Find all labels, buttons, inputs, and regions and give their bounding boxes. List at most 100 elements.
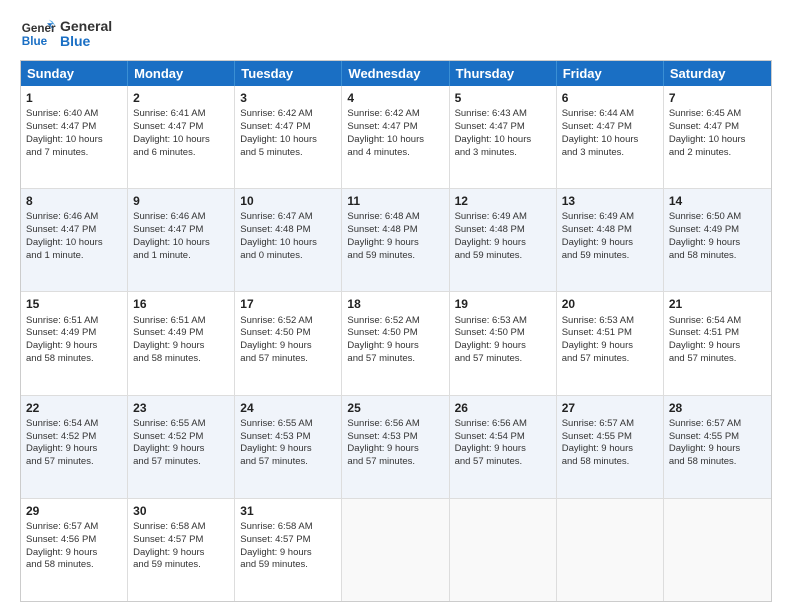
- day-number: 6: [562, 90, 658, 106]
- header-day-thursday: Thursday: [450, 61, 557, 86]
- day-cell-24: 24Sunrise: 6:55 AMSunset: 4:53 PMDayligh…: [235, 396, 342, 498]
- day-number: 1: [26, 90, 122, 106]
- day-cell-21: 21 Sunrise: 6:54 AMSunset: 4:51 PMDayligh…: [664, 292, 771, 394]
- day-info-line: Sunset: 4:48 PM: [562, 224, 658, 237]
- day-number: 17: [240, 296, 336, 312]
- calendar-row-3: 15Sunrise: 6:51 AMSunset: 4:49 PMDayligh…: [21, 292, 771, 395]
- day-info-line: Daylight: 9 hours: [562, 340, 658, 353]
- day-info-line: Sunset: 4:47 PM: [133, 224, 229, 237]
- day-info-line: Sunrise: 6:49 AM: [562, 211, 658, 224]
- empty-cell: [664, 499, 771, 601]
- day-number: 7: [669, 90, 766, 106]
- empty-cell: [557, 499, 664, 601]
- day-number: 8: [26, 193, 122, 209]
- day-cell-8: 8 Sunrise: 6:46 AMSunset: 4:47 PMDaylight…: [21, 189, 128, 291]
- day-cell-25: 25Sunrise: 6:56 AMSunset: 4:53 PMDayligh…: [342, 396, 449, 498]
- day-number: 24: [240, 400, 336, 416]
- day-info-line: and 59 minutes.: [240, 559, 336, 572]
- day-info-line: and 59 minutes.: [562, 250, 658, 263]
- day-info-line: Sunset: 4:50 PM: [455, 327, 551, 340]
- header-day-tuesday: Tuesday: [235, 61, 342, 86]
- day-info-line: Sunset: 4:52 PM: [133, 431, 229, 444]
- day-info-line: Daylight: 10 hours: [133, 134, 229, 147]
- day-info-line: Daylight: 9 hours: [455, 340, 551, 353]
- day-number: 26: [455, 400, 551, 416]
- day-number: 11: [347, 193, 443, 209]
- header-day-friday: Friday: [557, 61, 664, 86]
- day-number: 14: [669, 193, 766, 209]
- day-cell-7: 7Sunrise: 6:45 AMSunset: 4:47 PMDaylight…: [664, 86, 771, 188]
- day-info-line: Sunrise: 6:46 AM: [26, 211, 122, 224]
- day-info-line: Sunset: 4:52 PM: [26, 431, 122, 444]
- calendar-header: SundayMondayTuesdayWednesdayThursdayFrid…: [21, 61, 771, 86]
- day-cell-19: 19 Sunrise: 6:53 AMSunset: 4:50 PMDayligh…: [450, 292, 557, 394]
- day-info-line: Daylight: 10 hours: [26, 237, 122, 250]
- day-info-line: Daylight: 9 hours: [562, 443, 658, 456]
- day-info-line: Sunrise: 6:53 AM: [455, 315, 551, 328]
- day-number: 19: [455, 296, 551, 312]
- day-info-line: Sunrise: 6:40 AM: [26, 108, 122, 121]
- day-cell-20: 20Sunrise: 6:53 AMSunset: 4:51 PMDayligh…: [557, 292, 664, 394]
- day-info-line: Sunset: 4:47 PM: [240, 121, 336, 134]
- day-info-line: Daylight: 10 hours: [133, 237, 229, 250]
- day-number: 31: [240, 503, 336, 519]
- day-number: 9: [133, 193, 229, 209]
- calendar-body: 1Sunrise: 6:40 AMSunset: 4:47 PMDaylight…: [21, 86, 771, 601]
- day-info-line: Sunset: 4:56 PM: [26, 534, 122, 547]
- header-day-sunday: Sunday: [21, 61, 128, 86]
- day-cell-4: 4Sunrise: 6:42 AMSunset: 4:47 PMDaylight…: [342, 86, 449, 188]
- day-info-line: Sunset: 4:47 PM: [26, 224, 122, 237]
- day-info-line: Daylight: 10 hours: [26, 134, 122, 147]
- day-cell-1: 1Sunrise: 6:40 AMSunset: 4:47 PMDaylight…: [21, 86, 128, 188]
- day-info-line: and 57 minutes.: [26, 456, 122, 469]
- logo-general: General: [60, 19, 112, 34]
- day-cell-16: 16Sunrise: 6:51 AMSunset: 4:49 PMDayligh…: [128, 292, 235, 394]
- day-number: 21: [669, 296, 766, 312]
- day-info-line: Sunset: 4:47 PM: [455, 121, 551, 134]
- day-cell-3: 3Sunrise: 6:42 AMSunset: 4:47 PMDaylight…: [235, 86, 342, 188]
- day-number: 16: [133, 296, 229, 312]
- day-info-line: and 57 minutes.: [347, 353, 443, 366]
- day-info-line: and 58 minutes.: [669, 456, 766, 469]
- day-cell-9: 9 Sunrise: 6:46 AMSunset: 4:47 PMDaylight…: [128, 189, 235, 291]
- day-number: 29: [26, 503, 122, 519]
- day-info-line: Sunset: 4:57 PM: [240, 534, 336, 547]
- day-info-line: Sunset: 4:48 PM: [240, 224, 336, 237]
- day-cell-15: 15Sunrise: 6:51 AMSunset: 4:49 PMDayligh…: [21, 292, 128, 394]
- day-info-line: Sunrise: 6:57 AM: [26, 521, 122, 534]
- day-info-line: Daylight: 10 hours: [455, 134, 551, 147]
- day-info-line: Sunset: 4:55 PM: [562, 431, 658, 444]
- day-info-line: Daylight: 9 hours: [347, 340, 443, 353]
- day-number: 18: [347, 296, 443, 312]
- day-info-line: Sunrise: 6:46 AM: [133, 211, 229, 224]
- logo-blue: Blue: [60, 34, 112, 49]
- day-info-line: Sunrise: 6:45 AM: [669, 108, 766, 121]
- day-info-line: Sunset: 4:55 PM: [669, 431, 766, 444]
- day-number: 13: [562, 193, 658, 209]
- day-info-line: Daylight: 9 hours: [347, 237, 443, 250]
- day-number: 5: [455, 90, 551, 106]
- calendar-row-1: 1Sunrise: 6:40 AMSunset: 4:47 PMDaylight…: [21, 86, 771, 189]
- day-info-line: Daylight: 9 hours: [669, 340, 766, 353]
- day-info-line: Daylight: 10 hours: [347, 134, 443, 147]
- day-info-line: and 58 minutes.: [26, 559, 122, 572]
- day-info-line: and 58 minutes.: [562, 456, 658, 469]
- day-info-line: and 3 minutes.: [562, 147, 658, 160]
- day-info-line: Sunset: 4:47 PM: [562, 121, 658, 134]
- day-info-line: Sunset: 4:53 PM: [240, 431, 336, 444]
- day-info-line: Sunset: 4:51 PM: [669, 327, 766, 340]
- logo: General Blue General Blue: [20, 16, 112, 52]
- day-cell-10: 10Sunrise: 6:47 AMSunset: 4:48 PMDayligh…: [235, 189, 342, 291]
- day-cell-17: 17Sunrise: 6:52 AMSunset: 4:50 PMDayligh…: [235, 292, 342, 394]
- day-info-line: Sunrise: 6:43 AM: [455, 108, 551, 121]
- day-info-line: Sunrise: 6:58 AM: [133, 521, 229, 534]
- header: General Blue General Blue: [20, 16, 772, 52]
- day-info-line: Daylight: 9 hours: [669, 237, 766, 250]
- day-info-line: Daylight: 10 hours: [562, 134, 658, 147]
- day-number: 27: [562, 400, 658, 416]
- day-info-line: Sunrise: 6:54 AM: [669, 315, 766, 328]
- day-cell-2: 2Sunrise: 6:41 AMSunset: 4:47 PMDaylight…: [128, 86, 235, 188]
- day-info-line: Sunset: 4:47 PM: [347, 121, 443, 134]
- header-day-saturday: Saturday: [664, 61, 771, 86]
- day-info-line: Sunrise: 6:48 AM: [347, 211, 443, 224]
